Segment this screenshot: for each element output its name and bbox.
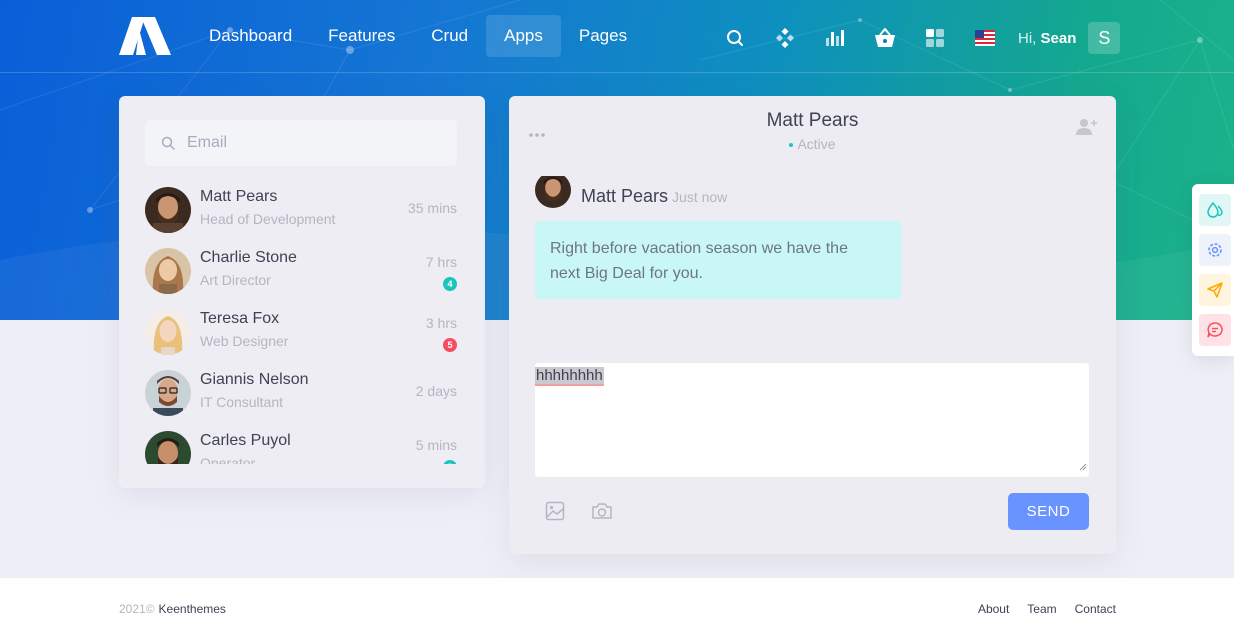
nav-dashboard[interactable]: Dashboard bbox=[191, 15, 310, 57]
contact-time: 3 hrs bbox=[425, 315, 457, 331]
contact-search bbox=[145, 120, 457, 166]
layout-grid-icon[interactable] bbox=[910, 23, 960, 53]
unread-badge: 9 bbox=[443, 460, 457, 464]
contacts-panel: Matt Pears Head of Development 35 mins C… bbox=[119, 96, 485, 488]
chat-panel: Matt Pears Active Matt Pears Just now Rig… bbox=[509, 96, 1116, 554]
contact-time: 35 mins bbox=[407, 200, 457, 216]
footer-link-contact[interactable]: Contact bbox=[1075, 602, 1116, 616]
footer-links: About Team Contact bbox=[978, 602, 1116, 616]
contact-role: Web Designer bbox=[200, 333, 289, 349]
sticky-toolbar bbox=[1192, 184, 1234, 356]
resize-handle-icon[interactable] bbox=[1079, 458, 1087, 475]
contact-item[interactable]: Teresa Fox Web Designer 3 hrs 5 bbox=[145, 304, 457, 365]
author-name: Matt Pears bbox=[581, 186, 669, 206]
send-icon[interactable] bbox=[1199, 274, 1231, 306]
message-time: Just now bbox=[672, 189, 728, 205]
contact-role: Operator bbox=[200, 455, 256, 464]
header-toolbar: Hi, Sean S bbox=[710, 22, 1121, 54]
chat-icon[interactable] bbox=[1199, 314, 1231, 346]
status-text: Active bbox=[797, 136, 836, 152]
avatar bbox=[145, 248, 191, 294]
contact-list: Matt Pears Head of Development 35 mins C… bbox=[145, 182, 457, 464]
chat-status: Active bbox=[509, 136, 1116, 152]
contact-role: IT Consultant bbox=[200, 394, 284, 410]
main-nav: Dashboard Features Crud Apps Pages bbox=[191, 15, 645, 57]
avatar bbox=[535, 176, 571, 208]
copyright: 2021© Keenthemes bbox=[119, 602, 226, 616]
footer: 2021© Keenthemes About Team Contact bbox=[0, 578, 1234, 637]
header-divider bbox=[0, 72, 1234, 73]
search-icon[interactable] bbox=[710, 23, 760, 53]
contact-item[interactable]: Carles Puyol Operator 5 mins 9 bbox=[145, 426, 457, 464]
gear-icon[interactable] bbox=[1199, 234, 1231, 266]
search-icon bbox=[161, 136, 175, 155]
contact-name: Matt Pears bbox=[200, 188, 278, 205]
nav-apps[interactable]: Apps bbox=[486, 15, 561, 57]
chat-title: Matt Pears bbox=[766, 110, 859, 131]
diamond-grid-icon[interactable] bbox=[760, 23, 810, 53]
message-author: Matt Pears Just now bbox=[581, 186, 727, 207]
contact-time: 7 hrs bbox=[425, 254, 457, 270]
drops-icon[interactable] bbox=[1199, 194, 1231, 226]
us-flag-icon[interactable] bbox=[960, 23, 1010, 53]
contact-role: Art Director bbox=[200, 272, 271, 288]
footer-link-team[interactable]: Team bbox=[1027, 602, 1056, 616]
contact-name: Teresa Fox bbox=[200, 310, 280, 327]
contact-time: 5 mins bbox=[415, 437, 457, 453]
contact-item[interactable]: Matt Pears Head of Development 35 mins bbox=[145, 182, 457, 243]
contact-item[interactable]: Giannis Nelson IT Consultant 2 days bbox=[145, 365, 457, 426]
basket-icon[interactable] bbox=[860, 23, 910, 53]
avatar bbox=[145, 309, 191, 355]
avatar bbox=[145, 431, 191, 464]
message-text-line: next Big Deal for you. bbox=[550, 265, 703, 282]
status-dot bbox=[789, 143, 794, 148]
unread-badge: 4 bbox=[443, 277, 457, 291]
nav-features[interactable]: Features bbox=[310, 15, 413, 57]
contact-time: 2 days bbox=[415, 383, 457, 399]
message-textarea[interactable]: hhhhhhhh bbox=[535, 363, 1089, 477]
user-greeting[interactable]: Hi, Sean bbox=[1018, 30, 1076, 47]
camera-icon[interactable] bbox=[591, 501, 613, 526]
bar-chart-icon[interactable] bbox=[810, 23, 860, 53]
message-bubble: Right before vacation season we have the… bbox=[535, 221, 901, 299]
contact-name: Carles Puyol bbox=[200, 432, 291, 449]
search-input[interactable] bbox=[187, 120, 447, 166]
user-name: Sean bbox=[1040, 29, 1077, 47]
top-navbar: Dashboard Features Crud Apps Pages Hi, S… bbox=[0, 0, 1234, 72]
nav-crud[interactable]: Crud bbox=[413, 15, 486, 57]
user-avatar[interactable]: S bbox=[1088, 22, 1121, 54]
avatar bbox=[145, 370, 191, 416]
draft-text: hhhhhhhh bbox=[535, 367, 604, 386]
message-list: Matt Pears Just now Right before vacation… bbox=[535, 176, 1095, 376]
add-user-icon[interactable] bbox=[1076, 118, 1098, 141]
copyright-year: 2021© bbox=[119, 602, 155, 616]
greeting-prefix: Hi, bbox=[1018, 29, 1037, 47]
contact-name: Charlie Stone bbox=[200, 249, 297, 266]
avatar bbox=[145, 187, 191, 233]
contact-name: Giannis Nelson bbox=[200, 371, 309, 388]
contact-role: Head of Development bbox=[200, 211, 336, 227]
unread-badge: 5 bbox=[443, 338, 457, 352]
message-text-line: Right before vacation season we have the bbox=[550, 240, 848, 257]
brand-logo[interactable] bbox=[119, 17, 171, 55]
footer-brand-link[interactable]: Keenthemes bbox=[159, 602, 226, 616]
send-button[interactable]: SEND bbox=[1008, 493, 1089, 530]
nav-pages[interactable]: Pages bbox=[561, 15, 645, 57]
contact-item[interactable]: Charlie Stone Art Director 7 hrs 4 bbox=[145, 243, 457, 304]
attach-image-icon[interactable] bbox=[545, 501, 565, 526]
footer-link-about[interactable]: About bbox=[978, 602, 1009, 616]
